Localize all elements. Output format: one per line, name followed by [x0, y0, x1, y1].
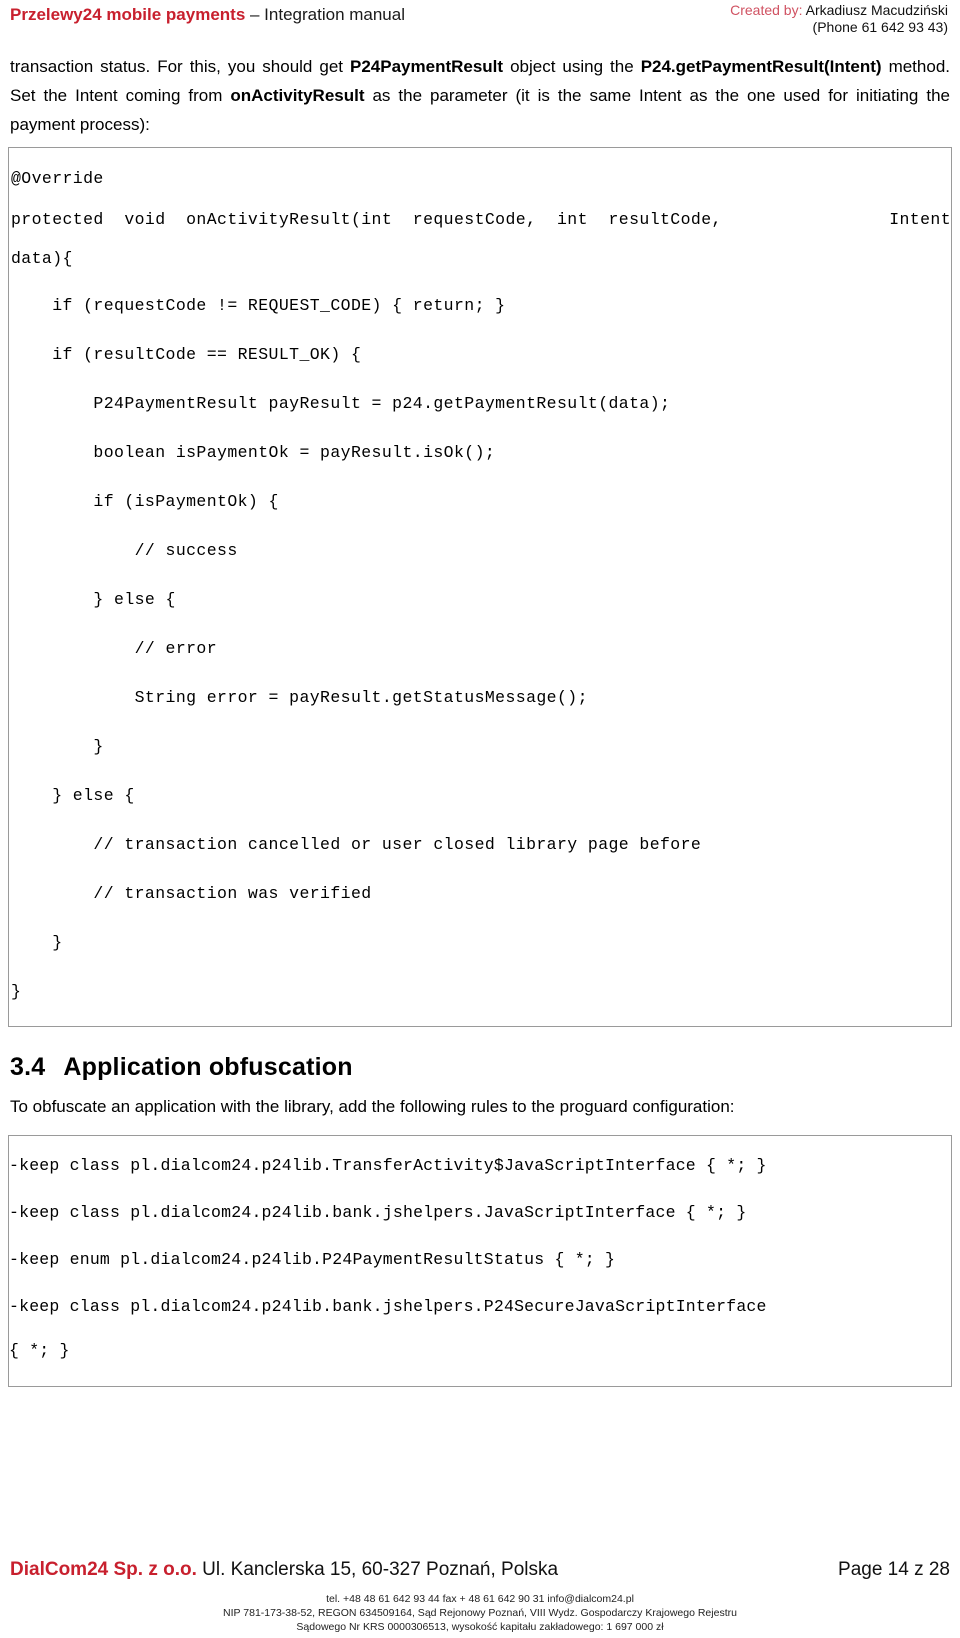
proguard-rule-continuation: { *; } [9, 1341, 70, 1360]
code-line: // transaction cancelled or user closed … [11, 835, 702, 854]
header-brand: Przelewy24 mobile payments [10, 5, 246, 24]
code-line-signature-continuation: data){ [11, 249, 73, 268]
intro-paragraph: transaction status. For this, you should… [8, 52, 952, 139]
code-line: } [11, 933, 63, 952]
code-line: if (isPaymentOk) { [11, 492, 279, 511]
code-line: } [11, 737, 104, 756]
footer-fine-print: tel. +48 48 61 642 93 44 fax + 48 61 642… [8, 1592, 952, 1638]
intro-bold-onactivityresult: onActivityResult [230, 86, 365, 105]
proguard-code-block: -keep class pl.dialcom24.p24lib.Transfer… [8, 1135, 952, 1387]
intro-text-part2: object using the [503, 57, 641, 76]
section-paragraph: To obfuscate an application with the lib… [10, 1097, 735, 1116]
proguard-rule: -keep enum pl.dialcom24.p24lib.P24Paymen… [9, 1250, 616, 1269]
code-line: // transaction was verified [11, 884, 372, 903]
section-heading: 3.4 Application obfuscation [10, 1053, 952, 1082]
header-subtitle: – Integration manual [245, 5, 405, 24]
code-signature-left: protected void onActivityResult(int requ… [11, 210, 722, 229]
footer-address: Ul. Kanclerska 15, 60-327 Poznań, Polska [196, 1559, 559, 1580]
code-line: } [11, 982, 22, 1001]
intro-text-part1: transaction status. For this, you should… [10, 57, 350, 76]
footer-registry-line-2: Sądowego Nr KRS 0000306513, wysokość kap… [296, 1621, 664, 1633]
footer-page-number: Page 14 z 28 [838, 1559, 950, 1580]
header-meta: Created by: Arkadiusz Macudziński (Phone… [730, 2, 948, 36]
header-phone: (Phone 61 642 93 43) [812, 19, 948, 35]
header-title: Przelewy24 mobile payments – Integration… [10, 4, 405, 25]
code-line: // error [11, 639, 218, 658]
intro-bold-getpaymentresult: P24.getPaymentResult(Intent) [640, 57, 882, 76]
section-number: 3.4 [10, 1053, 46, 1081]
code-line: boolean isPaymentOk = payResult.isOk(); [11, 443, 496, 462]
footer-company: DialCom24 Sp. z o.o. [10, 1559, 197, 1580]
footer-company-address: DialCom24 Sp. z o.o. Ul. Kanclerska 15, … [10, 1558, 558, 1582]
intro-bold-p24paymentresult: P24PaymentResult [350, 57, 504, 76]
code-line: if (requestCode != REQUEST_CODE) { retur… [11, 296, 506, 315]
code-line-signature: protected void onActivityResult(int requ… [11, 203, 951, 237]
code-line: } else { [11, 786, 135, 805]
footer-main-row: DialCom24 Sp. z o.o. Ul. Kanclerska 15, … [8, 1558, 952, 1582]
code-line: P24PaymentResult payResult = p24.getPaym… [11, 394, 671, 413]
code-line: String error = payResult.getStatusMessag… [11, 688, 588, 707]
proguard-rule: -keep class pl.dialcom24.p24lib.Transfer… [9, 1156, 767, 1175]
footer-contact-line: tel. +48 48 61 642 93 44 fax + 48 61 642… [326, 1593, 634, 1605]
code-line: if (resultCode == RESULT_OK) { [11, 345, 362, 364]
code-line: // success [11, 541, 238, 560]
footer-registry-line-1: NIP 781-173-38-52, REGON 634509164, Sąd … [223, 1607, 737, 1619]
section-title: Application obfuscation [63, 1053, 353, 1081]
code-line-override: @Override [11, 169, 104, 188]
code-line: } else { [11, 590, 176, 609]
document-header: Przelewy24 mobile payments – Integration… [8, 0, 952, 46]
code-signature-right: Intent [889, 210, 951, 229]
header-author: Arkadiusz Macudziński [802, 2, 948, 18]
proguard-rule: -keep class pl.dialcom24.p24lib.bank.jsh… [9, 1297, 767, 1316]
proguard-rule: -keep class pl.dialcom24.p24lib.bank.jsh… [9, 1203, 747, 1222]
document-page: Przelewy24 mobile payments – Integration… [0, 0, 960, 1638]
header-created-by-label: Created by: [730, 2, 803, 18]
document-footer: DialCom24 Sp. z o.o. Ul. Kanclerska 15, … [8, 1558, 952, 1638]
java-code-block: @Override protected void onActivityResul… [8, 147, 952, 1027]
